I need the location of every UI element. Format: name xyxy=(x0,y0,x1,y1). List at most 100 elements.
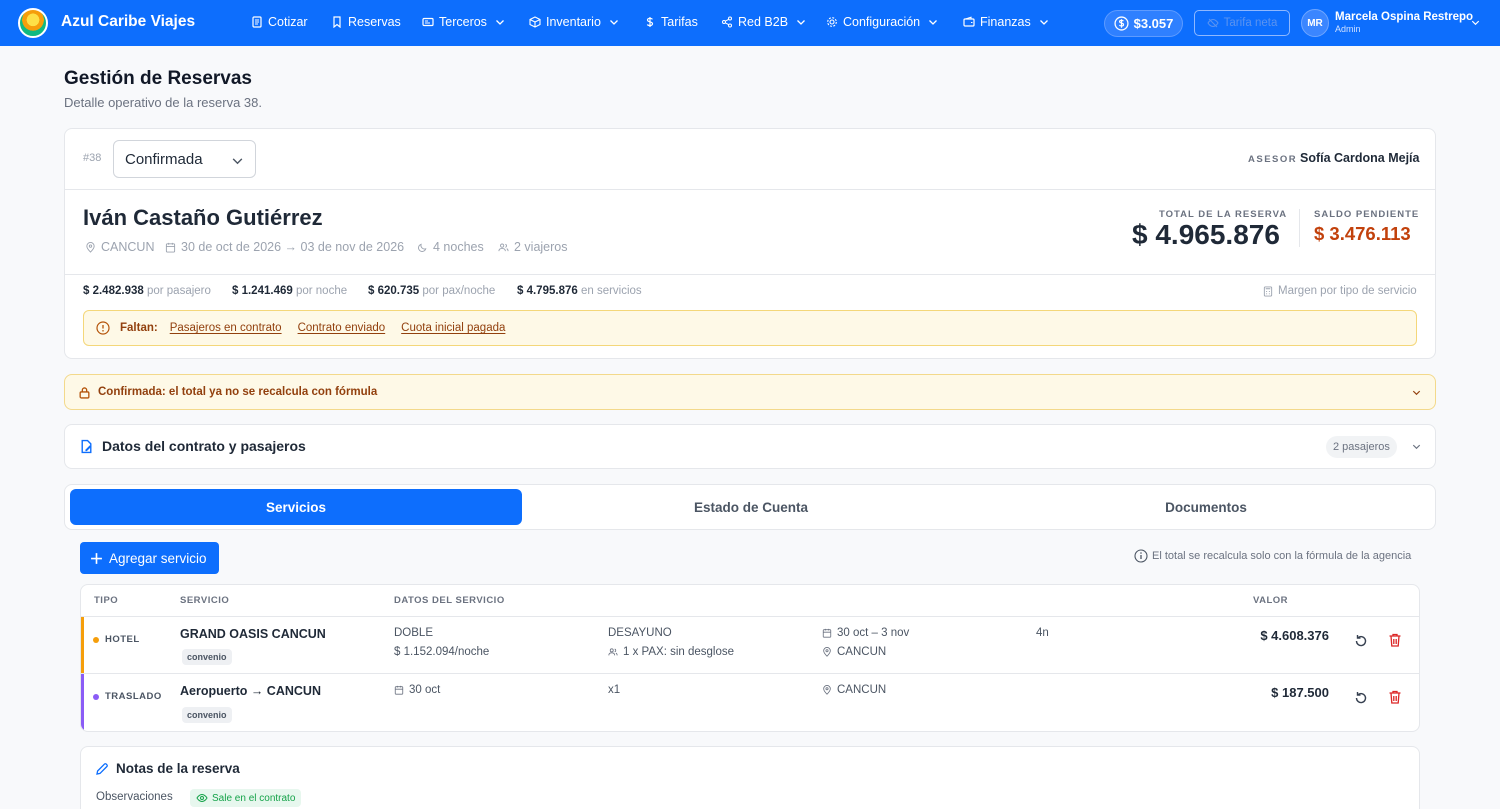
dollar-circle-icon xyxy=(1114,16,1129,31)
saldo-label: SALDO PENDIENTE xyxy=(1314,209,1420,220)
plus-icon xyxy=(91,552,102,564)
chevron-down-icon xyxy=(1412,444,1421,450)
nav-red-b2b[interactable]: Red B2B xyxy=(721,15,807,29)
travelers-label: 2 viajeros xyxy=(514,240,568,254)
tab-documentos[interactable]: Documentos xyxy=(980,489,1432,525)
service-type: HOTEL xyxy=(93,634,140,645)
id-card-icon xyxy=(422,17,434,27)
alert-circle-icon xyxy=(96,321,110,335)
stat-unit: por pax/noche xyxy=(422,285,496,297)
stat-unit: por noche xyxy=(295,285,348,297)
type-dot xyxy=(93,693,99,700)
contract-visibility-label: Sale en el contrato xyxy=(212,792,296,804)
tab-servicios[interactable]: Servicios xyxy=(70,489,522,525)
status-value: Confirmada xyxy=(125,150,203,168)
notes-card: Notas de la reserva Observaciones Sale e… xyxy=(80,746,1420,809)
info-icon xyxy=(1134,549,1148,563)
reset-icon[interactable] xyxy=(1353,633,1369,649)
nav-configuracion-label: Configuración xyxy=(843,15,921,29)
nav-configuracion[interactable]: Configuración xyxy=(826,15,939,29)
calendar-icon xyxy=(394,685,404,695)
chevron-down-icon xyxy=(495,20,504,25)
formula-note: El total se recalcula solo con la fórmul… xyxy=(1134,549,1411,563)
divider xyxy=(1299,209,1300,247)
avatar[interactable]: MR xyxy=(1301,9,1329,37)
service-type-label: HOTEL xyxy=(105,634,140,645)
pax-info: 1 x PAX: sin desglose xyxy=(608,646,734,658)
missing-item-link[interactable]: Pasajeros en contrato xyxy=(170,322,282,334)
nav-reservas-label: Reservas xyxy=(348,15,401,29)
tab-estado-de-cuenta[interactable]: Estado de Cuenta xyxy=(525,489,977,525)
user-role: Admin xyxy=(1335,24,1361,34)
users-icon xyxy=(498,243,509,251)
missing-item-link[interactable]: Contrato enviado xyxy=(298,322,386,334)
nav-tarifas-label: Tarifas xyxy=(661,15,698,29)
column-header: VALOR xyxy=(1253,595,1289,606)
service-dates: 30 oct – 3 nov xyxy=(822,627,909,639)
reservation-card: #38 Confirmada ASESOR Sofía Cardona Mejí… xyxy=(64,128,1436,359)
trash-icon[interactable] xyxy=(1387,689,1403,705)
chevron-down-icon[interactable] xyxy=(1470,17,1481,28)
tarifa-neta-toggle[interactable]: Tarifa neta xyxy=(1194,10,1290,36)
moon-icon xyxy=(418,243,427,252)
box-icon xyxy=(529,16,541,28)
brand-logo[interactable] xyxy=(18,8,48,38)
balance-badge[interactable]: $3.057 xyxy=(1104,10,1183,37)
tarifa-neta-label: Tarifa neta xyxy=(1223,17,1278,29)
type-dot xyxy=(93,636,99,643)
reset-icon[interactable] xyxy=(1353,690,1369,706)
service-type-label: TRASLADO xyxy=(105,691,162,702)
service-nights: 4n xyxy=(1036,627,1049,639)
table-row[interactable]: TRASLADO Aeropuerto → CANCUN convenio 30… xyxy=(81,673,1419,731)
margin-link[interactable]: Margen por tipo de servicio xyxy=(1263,285,1417,297)
agreement-badge: convenio xyxy=(182,649,232,665)
divider xyxy=(65,189,1435,190)
service-city-label: CANCUN xyxy=(837,684,887,696)
asesor-label: ASESOR xyxy=(1248,154,1298,165)
nav-finanzas[interactable]: Finanzas xyxy=(963,15,1050,29)
type-color-bar xyxy=(81,617,84,673)
nav-inventario[interactable]: Inventario xyxy=(529,15,620,29)
margin-link-label: Margen por tipo de servicio xyxy=(1278,285,1417,297)
contract-title: Datos del contrato y pasajeros xyxy=(102,438,306,454)
agreement-badge: convenio xyxy=(182,707,232,723)
nights-label: 4 noches xyxy=(433,240,484,254)
missing-item-link[interactable]: Cuota inicial pagada xyxy=(401,322,505,334)
formula-note-text: El total se recalcula solo con la fórmul… xyxy=(1152,550,1412,562)
service-city: CANCUN xyxy=(822,646,886,658)
date-range-label: 30 de oct de 2026 → 03 de nov de 2026 xyxy=(181,240,405,254)
nav-reservas[interactable]: Reservas xyxy=(331,15,401,29)
balance-value: $3.057 xyxy=(1133,16,1174,31)
bookmark-icon xyxy=(333,16,341,28)
dollar-icon xyxy=(646,17,654,27)
stat-value: $ 620.735 xyxy=(368,285,420,297)
nights: 4 noches xyxy=(417,240,484,254)
lock-icon xyxy=(79,386,90,399)
add-service-button[interactable]: Agregar servicio xyxy=(80,542,219,574)
status-select[interactable]: Confirmada xyxy=(113,140,256,178)
gear-icon xyxy=(827,17,837,27)
observations-label: Observaciones xyxy=(96,791,173,803)
tab-bar: Servicios Estado de Cuenta Documentos xyxy=(64,484,1436,530)
destination: CANCUN xyxy=(85,240,154,254)
stat-unit: por pasajero xyxy=(146,285,211,297)
eye-off-icon xyxy=(1207,18,1219,28)
trash-icon[interactable] xyxy=(1387,632,1403,648)
chevron-down-icon xyxy=(609,20,618,25)
nav-terceros-label: Terceros xyxy=(439,15,487,29)
asesor-name: Sofía Cardona Mejía xyxy=(1300,151,1420,165)
nav-tarifas[interactable]: Tarifas xyxy=(644,15,698,29)
wallet-icon xyxy=(963,16,975,27)
map-pin-icon xyxy=(823,685,831,695)
brand-name[interactable]: Azul Caribe Viajes xyxy=(61,13,195,31)
user-name[interactable]: Marcela Ospina Restrepo xyxy=(1335,11,1473,23)
map-pin-icon xyxy=(823,647,831,657)
passenger-count-badge: 2 pasajeros xyxy=(1326,436,1397,458)
users-icon xyxy=(608,648,618,656)
services-table: TIPO SERVICIO DATOS DEL SERVICIO VALOR H… xyxy=(80,584,1420,732)
table-row[interactable]: HOTEL GRAND OASIS CANCUN convenio DOBLE … xyxy=(81,616,1419,673)
contract-accordion[interactable]: Datos del contrato y pasajeros 2 pasajer… xyxy=(64,424,1436,469)
nav-cotizar[interactable]: Cotizar xyxy=(251,15,308,29)
nav-terceros[interactable]: Terceros xyxy=(422,15,506,29)
lock-notice[interactable]: Confirmada: el total ya no se recalcula … xyxy=(64,374,1436,410)
